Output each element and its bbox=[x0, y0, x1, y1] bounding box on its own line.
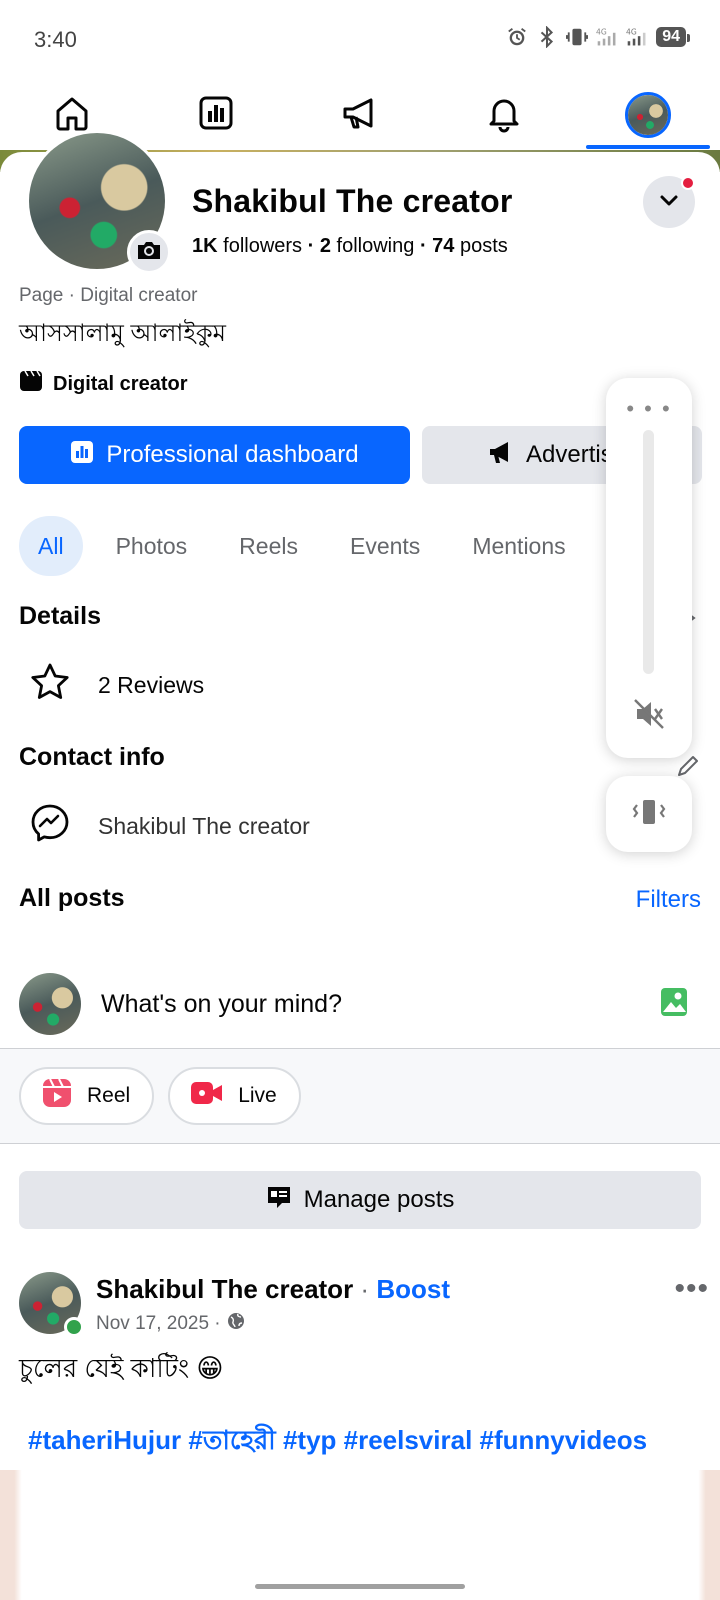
professional-dashboard-label: Professional dashboard bbox=[106, 441, 359, 468]
bell-icon bbox=[484, 93, 524, 138]
messenger-icon bbox=[30, 803, 70, 849]
boost-separator: · bbox=[360, 1274, 370, 1304]
status-icons: 4G 4G 94 bbox=[506, 26, 690, 48]
photo-icon[interactable] bbox=[660, 986, 688, 1023]
reel-icon bbox=[41, 1077, 73, 1115]
reel-button[interactable]: Reel bbox=[19, 1067, 155, 1125]
alarm-icon bbox=[506, 26, 528, 48]
stats-separator: · bbox=[307, 235, 315, 257]
reel-label: Reel bbox=[87, 1084, 131, 1107]
all-posts-heading: All posts bbox=[19, 884, 125, 912]
muted-speaker-icon[interactable] bbox=[631, 696, 667, 737]
vibrate-icon bbox=[629, 797, 669, 832]
manage-posts-button[interactable]: Manage posts bbox=[19, 1171, 701, 1229]
boost-link[interactable]: Boost bbox=[376, 1274, 450, 1304]
signal-1-icon: 4G bbox=[596, 26, 618, 48]
post-hashtags[interactable]: #taheriHujur #তাহেরী #typ #reelsviral #f… bbox=[28, 1420, 647, 1464]
tab-profile[interactable] bbox=[576, 80, 720, 150]
tab-dashboard[interactable] bbox=[144, 80, 288, 150]
posts-count: 74 bbox=[432, 235, 455, 257]
manage-posts-icon bbox=[266, 1184, 292, 1217]
contact-info-heading: Contact info bbox=[19, 743, 165, 771]
category-label: Digital creator bbox=[53, 372, 188, 395]
live-label: Live bbox=[238, 1084, 277, 1107]
tab-notifications[interactable] bbox=[432, 80, 576, 150]
vibrate-icon bbox=[566, 26, 589, 48]
volume-menu-icon[interactable]: • • • bbox=[606, 396, 692, 422]
composer-avatar bbox=[19, 973, 81, 1035]
bluetooth-icon bbox=[536, 26, 558, 48]
chevron-down-icon bbox=[657, 188, 681, 217]
star-icon bbox=[30, 662, 70, 708]
profile-stats: 1K followers · 2 following · 74 posts bbox=[192, 235, 508, 258]
post-author-line: Shakibul The creator · Boost bbox=[96, 1274, 450, 1305]
profile-bio: আসসালামু আলাইকুম bbox=[19, 320, 226, 347]
details-heading: Details bbox=[19, 602, 101, 630]
change-photo-button[interactable] bbox=[127, 230, 171, 274]
online-status-dot bbox=[64, 1317, 84, 1337]
status-bar: 3:40 4G 4G 94 bbox=[0, 0, 720, 80]
svg-text:4G: 4G bbox=[596, 27, 607, 36]
megaphone-icon bbox=[340, 93, 380, 138]
signal-2-icon: 4G bbox=[626, 26, 648, 48]
svg-text:4G: 4G bbox=[626, 27, 637, 36]
profile-name: Shakibul The creator bbox=[192, 183, 513, 219]
content-filter-tabs: All Photos Reels Events Mentions bbox=[19, 516, 599, 576]
followers-count: 1K bbox=[192, 235, 218, 257]
create-options-band: Reel Live bbox=[0, 1048, 720, 1144]
reviews-row[interactable]: 2 Reviews bbox=[30, 662, 204, 708]
volume-slider[interactable] bbox=[643, 430, 654, 674]
tab-all[interactable]: All bbox=[19, 516, 83, 576]
tab-events[interactable]: Events bbox=[331, 516, 439, 576]
following-label[interactable]: following bbox=[337, 235, 415, 257]
post-text: চুলের যেই কাটিং 😁 bbox=[19, 1353, 224, 1383]
live-video-icon bbox=[190, 1079, 224, 1113]
post-more-options-icon[interactable]: ••• bbox=[674, 1272, 709, 1306]
tab-mentions[interactable]: Mentions bbox=[453, 516, 584, 576]
following-count: 2 bbox=[319, 235, 331, 257]
clapperboard-icon bbox=[19, 370, 43, 398]
post-composer[interactable]: What's on your mind? bbox=[0, 960, 720, 1048]
messenger-row[interactable]: Shakibul The creator bbox=[30, 803, 310, 849]
stats-separator: · bbox=[419, 235, 427, 257]
live-button[interactable]: Live bbox=[168, 1067, 301, 1125]
filters-link[interactable]: Filters bbox=[636, 886, 701, 914]
battery-indicator: 94 bbox=[656, 27, 690, 47]
tab-ads[interactable] bbox=[288, 80, 432, 150]
reviews-label: 2 Reviews bbox=[98, 671, 205, 698]
post-media-edge bbox=[0, 1470, 720, 1600]
volume-panel: • • • bbox=[606, 378, 692, 758]
post-header: Shakibul The creator · Boost Nov 17, 202… bbox=[19, 1272, 709, 1337]
tab-reels[interactable]: Reels bbox=[220, 516, 317, 576]
ringer-mode-panel[interactable] bbox=[606, 776, 692, 852]
tab-photos[interactable]: Photos bbox=[97, 516, 207, 576]
followers-label[interactable]: followers bbox=[223, 235, 302, 257]
post-author-name[interactable]: Shakibul The creator bbox=[96, 1274, 353, 1304]
dashboard-icon bbox=[196, 93, 236, 138]
globe-icon bbox=[227, 1312, 245, 1336]
category-row: Digital creator bbox=[19, 370, 187, 398]
messenger-name: Shakibul The creator bbox=[98, 812, 310, 839]
status-time: 3:40 bbox=[34, 27, 77, 52]
posts-label: posts bbox=[459, 235, 508, 257]
notification-dot bbox=[681, 176, 695, 190]
dashboard-icon bbox=[70, 440, 94, 471]
manage-posts-label: Manage posts bbox=[303, 1186, 455, 1213]
home-indicator[interactable] bbox=[255, 1584, 465, 1589]
camera-icon bbox=[136, 239, 162, 266]
professional-dashboard-button[interactable]: Professional dashboard bbox=[19, 426, 410, 484]
page-category: Page · Digital creator bbox=[19, 285, 198, 306]
post-date: Nov 17, 2025 · bbox=[96, 1313, 221, 1334]
profile-avatar bbox=[625, 92, 671, 138]
composer-placeholder[interactable]: What's on your mind? bbox=[101, 990, 660, 1019]
megaphone-icon bbox=[488, 439, 514, 472]
post-meta: Nov 17, 2025 · bbox=[96, 1312, 245, 1336]
